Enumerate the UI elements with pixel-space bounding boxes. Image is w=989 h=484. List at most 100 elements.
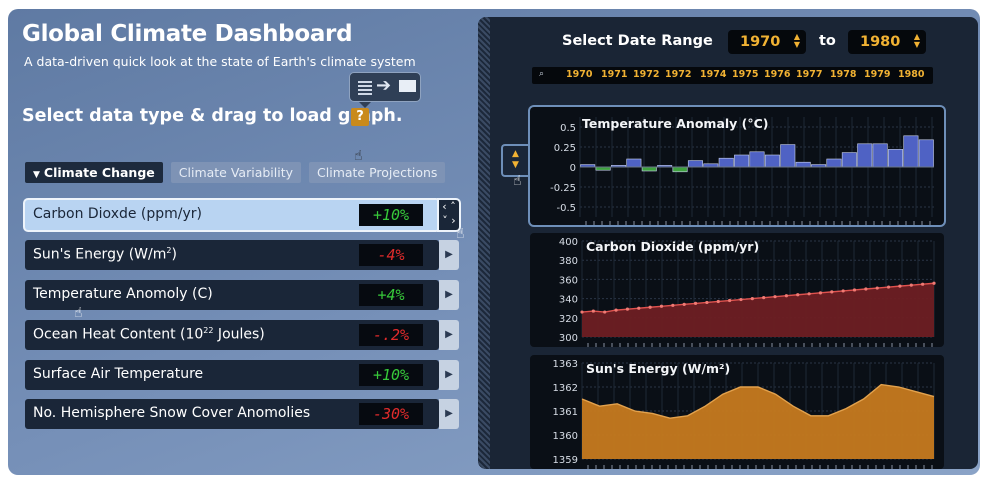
date-from-value: 1970 [740, 34, 781, 50]
play-arrow-icon[interactable]: ▶ [439, 280, 459, 310]
data-item-value: -4% [359, 244, 423, 266]
y-tick-label: 1362 [553, 383, 578, 394]
temperature-bar [749, 151, 765, 168]
tab-climate-variability[interactable]: Climate Variability [170, 162, 302, 183]
data-item-surface-air-temperature[interactable]: Surface Air Temperature +10% ▶ [25, 360, 461, 390]
data-point [750, 297, 754, 301]
y-tick-label: 1363 [553, 359, 578, 370]
y-tick-label: 300 [559, 333, 578, 344]
data-item-value: +10% [359, 364, 423, 386]
data-point [796, 293, 800, 297]
temperature-anomaly-chart[interactable]: 0.5 0.25 0 -0.25 -0.5 Temperature Anomaly (°C… [530, 107, 944, 225]
data-item-label: No. Hemisphere Snow Cover Anomolies [33, 405, 311, 421]
data-point [659, 304, 664, 308]
data-point [580, 310, 584, 314]
data-point [671, 303, 675, 307]
timeline-year[interactable]: 1972 [633, 69, 659, 80]
timeline-bar[interactable]: ⌕ 1970 1971 1972 1972 1974 1975 1976 197… [532, 67, 933, 84]
chart-svg: 1363 1362 1361 1360 1359 Sun's Energy (W/m²) [553, 359, 935, 469]
temperature-bar [841, 152, 857, 168]
data-point [864, 287, 868, 291]
data-point [637, 306, 641, 310]
chart-title: Carbon Dioxide (ppm/yr) [586, 239, 759, 254]
data-item-label: Temperature Anomoly (C) [33, 286, 213, 302]
spinner-icon[interactable]: ▲ ▼ [914, 33, 920, 49]
timeline-year[interactable]: 1972 [665, 69, 691, 80]
suns-energy-chart[interactable]: 1363 1362 1361 1360 1359 Sun's Energy (W/m²) [530, 355, 944, 469]
data-point [818, 291, 823, 295]
y-tick-label: 380 [559, 256, 578, 267]
temperature-bar [641, 166, 657, 172]
timeline-year[interactable]: 1976 [764, 69, 790, 80]
y-tick-label: 1359 [553, 455, 578, 466]
y-tick-label: 0.5 [560, 123, 576, 134]
data-item-value: -30% [359, 403, 423, 425]
data-point [841, 289, 845, 293]
timeline-year[interactable]: 1979 [864, 69, 890, 80]
play-arrow-icon[interactable]: ▶ [439, 240, 459, 270]
spinner-icon[interactable]: ▲ ▼ [794, 33, 800, 49]
chart-title: Sun's Energy (W/m²) [586, 361, 730, 376]
data-point [773, 295, 777, 299]
tab-label: Climate Change [43, 165, 155, 180]
temperature-bar [718, 157, 734, 168]
timeline-year[interactable]: 1971 [601, 69, 627, 80]
instruction-text: Select data type & drag to load graph. [22, 106, 403, 126]
data-point [762, 296, 766, 300]
timeline-year[interactable]: 1970 [566, 69, 592, 80]
play-arrow-icon[interactable]: ▶ [439, 320, 459, 350]
page-title: Global Climate Dashboard [22, 21, 353, 47]
data-item-label: Surface Air Temperature [33, 366, 204, 382]
date-from-select[interactable]: 1970 ▲ ▼ [728, 30, 806, 54]
temperature-bar [888, 149, 904, 168]
y-tick-label: 0.25 [554, 143, 576, 154]
data-item-label: Ocean Heat Content (1022 Joules) [33, 326, 265, 343]
timeline-year[interactable]: 1980 [898, 69, 924, 80]
data-point [921, 282, 925, 286]
date-to-label: to [819, 33, 836, 49]
play-arrow-icon[interactable]: ▶ [439, 360, 459, 390]
date-range-label: Select Date Range [562, 33, 713, 49]
data-point [830, 290, 834, 294]
y-tick-label: 340 [559, 295, 578, 306]
hand-pointer-icon: ☝ [513, 173, 522, 189]
data-point [784, 294, 788, 298]
timeline-year[interactable]: 1977 [796, 69, 822, 80]
data-point [625, 307, 630, 311]
temperature-bar [734, 154, 750, 168]
data-item-temperature-anomaly[interactable]: Temperature Anomoly (C) +4% ▶ [25, 280, 461, 310]
timeline-year[interactable]: 1974 [700, 69, 726, 80]
chart-title: Temperature Anomaly (°C) [582, 116, 769, 131]
climate-dashboard: Global Climate Dashboard A data-driven q… [8, 9, 980, 475]
temperature-bar [903, 135, 919, 168]
help-button[interactable]: ? [351, 108, 369, 126]
data-item-snow-cover[interactable]: No. Hemisphere Snow Cover Anomolies -30%… [25, 399, 461, 429]
data-point [693, 301, 698, 305]
area-fill [582, 384, 934, 459]
data-point [886, 285, 891, 289]
temperature-bar [626, 158, 642, 168]
carbon-dioxide-chart[interactable]: 400 380 360 340 320 300 Carbon Dioxide (ppm/yr… [530, 233, 944, 347]
temperature-bar [687, 160, 703, 168]
page-subtitle: A data-driven quick look at the state of… [24, 54, 416, 69]
data-item-carbon-dioxide[interactable]: Carbon Dioxde (ppm/yr) +10% ‹ ˄ ˅ › [25, 200, 461, 230]
magnifier-icon[interactable]: ⌕ [539, 69, 544, 79]
timeline-year[interactable]: 1978 [830, 69, 856, 80]
play-arrow-icon[interactable]: ▶ [439, 399, 459, 429]
data-item-ocean-heat[interactable]: Ocean Heat Content (1022 Joules) -.2% ▶ [25, 320, 461, 350]
tab-climate-change[interactable]: ▼ Climate Change [25, 162, 163, 183]
hand-pointer-icon: ☝ [456, 226, 465, 242]
tab-climate-projections[interactable]: Climate Projections [309, 162, 446, 183]
data-item-suns-energy[interactable]: Sun's Energy (W/m2) -4% ▶ [25, 240, 461, 270]
temperature-bar [795, 161, 811, 168]
hand-pointer-icon: ☝ [74, 305, 83, 321]
panel-grip[interactable] [478, 17, 490, 469]
timeline-year[interactable]: 1975 [732, 69, 758, 80]
data-point [648, 305, 652, 309]
temperature-bar [918, 139, 934, 168]
temperature-bar [826, 158, 842, 168]
date-to-select[interactable]: 1980 ▲ ▼ [848, 30, 926, 54]
chart-svg: 0.5 0.25 0 -0.25 -0.5 Temperature Anomaly (°C… [550, 116, 934, 225]
data-point [728, 298, 732, 303]
data-point [932, 281, 936, 285]
